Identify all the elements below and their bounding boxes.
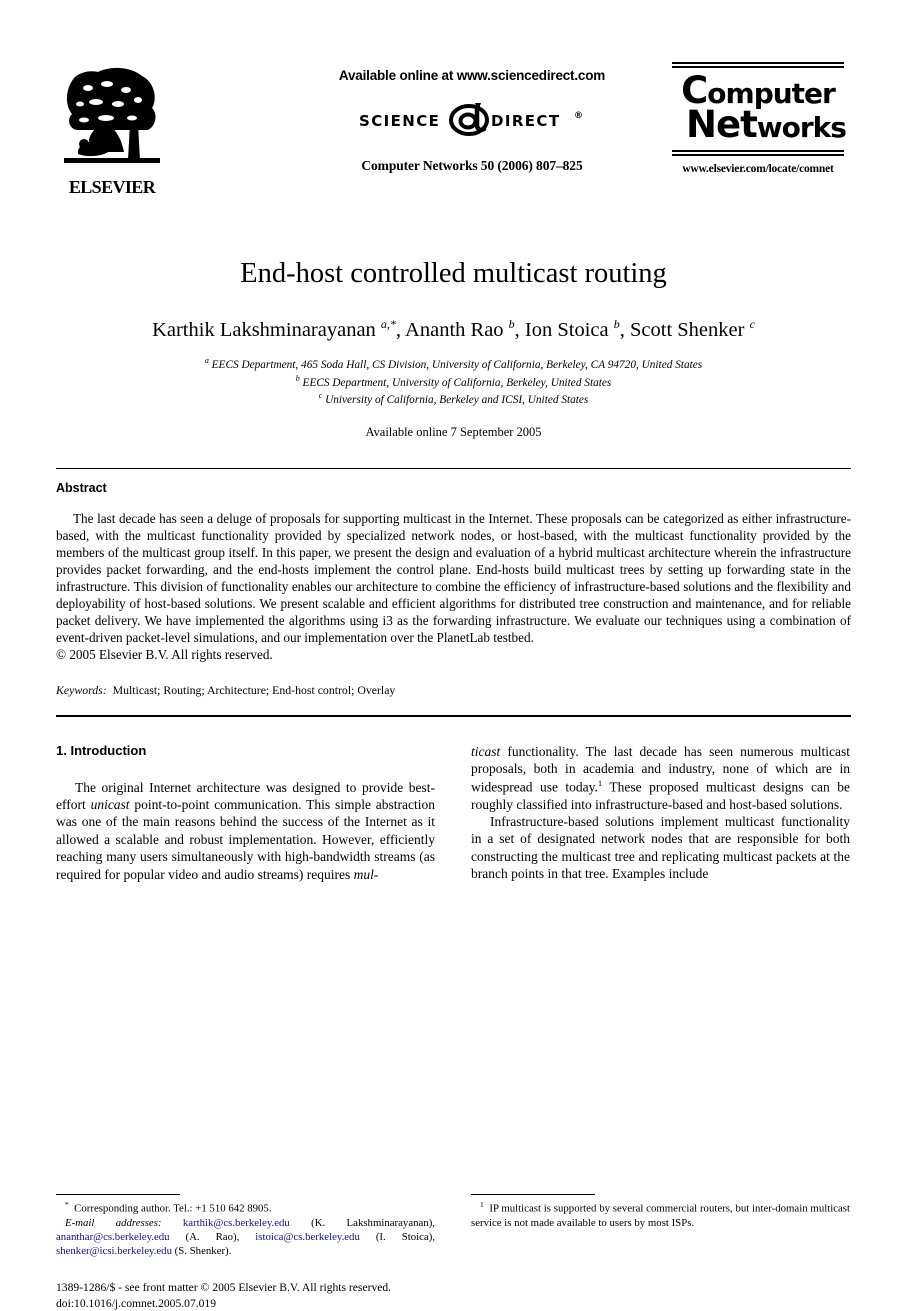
- available-online-date: Available online 7 September 2005: [365, 425, 542, 440]
- abstract-copyright: © 2005 Elsevier B.V. All rights reserved…: [56, 646, 273, 662]
- elsevier-wordmark: ELSEVIER: [68, 177, 156, 197]
- footnote-1-note: 1 IP multicast is supported by several c…: [471, 1200, 850, 1229]
- sciencedirect-logo: SCIENCE DIRECT ®: [292, 102, 652, 136]
- page-title: End-host controlled multicast routing: [240, 258, 667, 289]
- paper-page: ELSEVIER Available online at www.science…: [0, 62, 907, 1310]
- journal-reference: Computer Networks 50 (2006) 807–825: [361, 158, 583, 173]
- issn-block: 1389-1286/$ - see front matter © 2005 El…: [56, 1280, 486, 1311]
- left-footnote-column: * Corresponding author. Tel.: +1 510 642…: [56, 1194, 435, 1310]
- logo-line2-mid: et: [715, 103, 758, 147]
- computer-networks-logo: Computer Networks: [665, 72, 851, 146]
- affiliation-text-b: EECS Department, University of Californi…: [302, 376, 612, 389]
- corresponding-author-note: * Corresponding author. Tel.: +1 510 642…: [65, 1200, 272, 1215]
- keywords: Keywords: Multicast; Routing; Architectu…: [56, 683, 851, 698]
- sciencedirect-block: Available online at www.sciencedirect.co…: [292, 68, 652, 174]
- journal-logo-block: Computer Networks www.elsevier.com/locat…: [665, 62, 851, 175]
- svg-text:DIRECT: DIRECT: [491, 112, 560, 130]
- affiliation-marker-b: b: [295, 373, 300, 383]
- body-top-rule: [56, 714, 851, 717]
- footnote-rule-right: [471, 1194, 595, 1196]
- affiliation-c: c University of California, Berkeley and…: [56, 390, 851, 408]
- affiliation-a: a EECS Department, 465 Soda Hall, CS Div…: [56, 355, 851, 373]
- section-heading-introduction: 1. Introduction: [56, 742, 147, 758]
- available-online-text: Available online at www.sciencedirect.co…: [338, 68, 606, 83]
- affiliation-list: a EECS Department, 465 Soda Hall, CS Div…: [56, 355, 851, 408]
- affiliation-marker-c: c: [318, 391, 323, 401]
- left-column-paragraph-1: The original Internet architecture was d…: [56, 779, 435, 882]
- right-footnote-column: 1 IP multicast is supported by several c…: [471, 1194, 850, 1258]
- logo-bottom-rule: [672, 150, 844, 157]
- footnote-area: * Corresponding author. Tel.: +1 510 642…: [56, 1194, 851, 1310]
- right-column-paragraph-1: ticast functionality. The last decade ha…: [471, 743, 850, 812]
- journal-url[interactable]: www.elsevier.com/locate/comnet: [665, 163, 851, 175]
- abstract-body: The last decade has seen a deluge of pro…: [56, 511, 851, 645]
- left-column: 1. Introduction The original Internet ar…: [56, 743, 435, 1029]
- keywords-label: Keywords:: [56, 682, 107, 697]
- right-column-paragraph-2: Infrastructure-based solutions implement…: [471, 813, 850, 882]
- footnote-rule-left: [56, 1194, 180, 1196]
- logo-top-rule: [672, 62, 844, 68]
- affiliation-b: b EECS Department, University of Califor…: [56, 373, 851, 391]
- abstract-top-rule: [56, 468, 851, 470]
- author-list: Karthik Lakshminarayanan a,*, Ananth Rao…: [152, 317, 755, 341]
- affiliation-text-a: EECS Department, 465 Soda Hall, CS Divis…: [211, 358, 703, 371]
- affiliation-text-c: University of California, Berkeley and I…: [325, 394, 589, 407]
- elsevier-tree-icon: [64, 67, 160, 163]
- email-addresses-note[interactable]: E-mail addresses: karthik@cs.berkeley.ed…: [56, 1216, 435, 1258]
- logo-line2-cap: N: [686, 103, 717, 147]
- doi-line: doi:10.1016/j.comnet.2005.07.019: [56, 1296, 217, 1310]
- keywords-value: Multicast; Routing; Architecture; End-ho…: [112, 682, 396, 697]
- masthead: ELSEVIER Available online at www.science…: [56, 62, 851, 202]
- right-column: ticast functionality. The last decade ha…: [471, 743, 850, 1029]
- issn-line: 1389-1286/$ - see front matter © 2005 El…: [56, 1281, 392, 1295]
- affiliation-marker-a: a: [204, 355, 209, 365]
- svg-text:®: ®: [574, 111, 583, 121]
- sciencedirect-logo-icon: SCIENCE DIRECT ®: [359, 103, 583, 136]
- logo-line2-rest: works: [756, 111, 847, 145]
- elsevier-logo: ELSEVIER: [60, 64, 164, 197]
- abstract-heading: Abstract: [56, 481, 107, 496]
- svg-text:SCIENCE: SCIENCE: [359, 112, 440, 130]
- body-columns: 1. Introduction The original Internet ar…: [56, 743, 851, 1029]
